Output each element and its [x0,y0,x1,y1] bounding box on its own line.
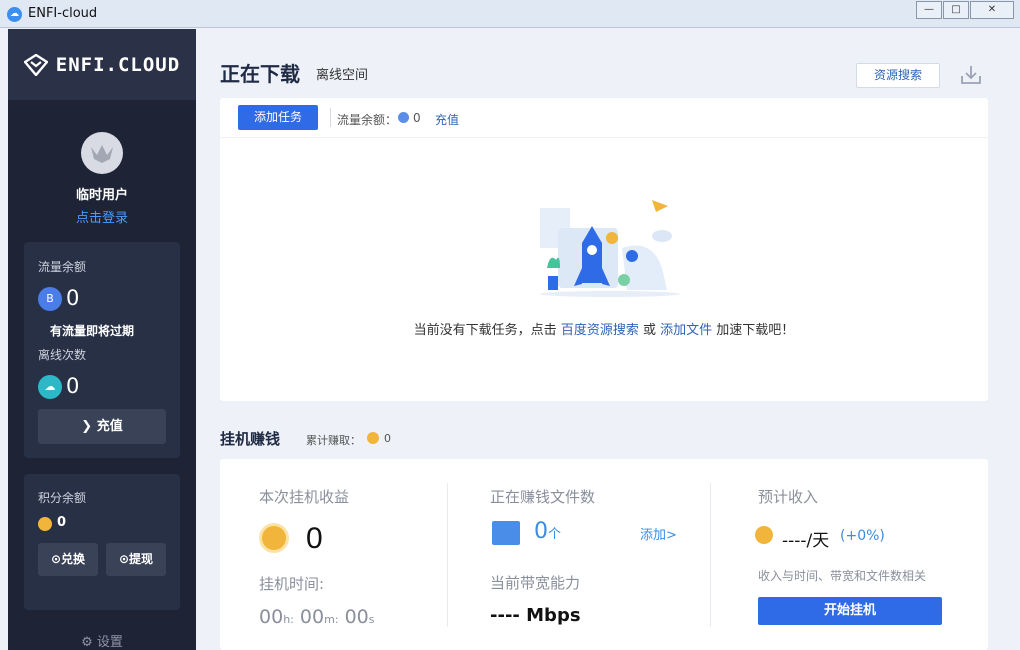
close-button[interactable]: ✕ [970,1,1014,19]
idle-time-value: 00h: 00m: 00s [259,606,375,628]
estimate-note: 收入与时间、带宽和文件数相关 [758,569,927,583]
hours-unit: h: [283,613,294,626]
flow-coin-icon [398,112,409,123]
exchange-label: 兑换 [61,552,86,566]
download-toolbar: 添加任务 流量余额： 0 充值 [220,98,988,138]
baidu-search-link[interactable]: 百度资源搜索 [561,323,639,338]
divider [447,483,448,627]
empty-illustration [540,200,680,297]
earned-value: 0 [384,432,391,445]
folder-icon [492,521,520,545]
add-files-link[interactable]: 添加> [640,524,677,543]
resource-search-button[interactable]: 资源搜索 [856,63,940,88]
idle-hours: 00 [259,606,284,628]
earning-files-value: 0个 [534,519,561,544]
earned-coin-icon [367,432,379,444]
download-panel: 添加任务 流量余额： 0 充值 当前没有下载任务，点击 百度资源搜索 或 添加文… [220,98,988,401]
earn-panel: 本次挂机收益 0 挂机时间: 00h: 00m: 00s 正在赚钱文件数 0个 … [220,459,988,650]
add-file-link[interactable]: 添加文件 [660,323,712,338]
page-title: 正在下载 [220,62,300,86]
exchange-button[interactable]: ⊙兑换 [38,543,98,576]
offline-value: 0 [66,374,80,398]
user-block: 临时用户 点击登录 [8,100,196,226]
avatar[interactable] [81,132,123,174]
session-earnings-value: 0 [306,522,323,555]
offline-label: 离线次数 [38,348,87,362]
earning-files-label: 正在赚钱文件数 [490,488,596,506]
idle-minutes: 00 [299,606,325,628]
logo-icon [23,53,48,76]
window-title: ENFI-cloud [28,6,98,21]
idle-time-label: 挂机时间: [259,575,325,593]
empty-prefix: 当前没有下载任务，点击 [413,323,557,338]
traffic-icon: B [38,287,62,311]
traffic-label: 流量余额 [38,260,87,274]
brand: ENFI.CLOUD [8,29,196,100]
login-link[interactable]: 点击登录 [76,207,128,226]
traffic-value: 0 [66,286,80,310]
points-label: 积分余额 [38,491,87,505]
flow-balance-label: 流量余额： [337,113,398,127]
seconds-unit: s [368,613,375,626]
main-content: 正在下载 离线空间 资源搜索 添加任务 流量余额： 0 充值 当前没有下载任务，… [196,29,1020,650]
session-coin-icon [259,523,289,553]
balance-card: 流量余额 B 0 有流量即将过期 离线次数 ☁ 0 ❯ 充值 [24,242,180,458]
app-icon: ☁ [7,7,22,22]
estimate-value: ----/天 [782,531,830,551]
minimize-button[interactable]: — [916,1,942,19]
exchange-icon: ⊙ [50,552,62,566]
user-name: 临时用户 [75,188,128,203]
coin-icon [38,517,52,531]
points-card: 积分余额 0 ⊙兑换 ⊙提现 [24,474,180,610]
divider [710,483,711,627]
session-earnings-label: 本次挂机收益 [259,488,350,506]
withdraw-label: 提现 [129,552,154,566]
empty-suffix: 加速下载吧！ [716,323,795,338]
tab-offline-space[interactable]: 离线空间 [316,64,368,83]
recharge-icon: ❯ [81,419,97,434]
cloud-icon: ☁ [38,375,62,399]
window-titlebar: ☁ ENFI-cloud — □ ✕ [0,0,1020,28]
recharge-button[interactable]: ❯ 充值 [38,409,166,444]
download-icon[interactable] [960,64,982,86]
bandwidth-label: 当前带宽能力 [490,574,581,592]
minutes-unit: m: [324,613,339,626]
recharge-link[interactable]: 充值 [435,111,459,128]
earn-section-title: 挂机赚钱 [220,430,281,448]
points-value: 0 [57,515,67,530]
sidebar: ENFI.CLOUD 临时用户 点击登录 流量余额 B 0 有流量即将过期 离线… [8,29,196,650]
window-controls: — □ ✕ [915,1,1014,19]
earned-label: 累计赚取： [306,434,361,447]
empty-mid: 或 [642,323,656,338]
start-idle-button[interactable]: 开始挂机 [758,597,942,625]
settings-button[interactable]: ⚙ 设置 [8,631,196,650]
gear-icon: ⚙ [81,635,97,650]
empty-message: 当前没有下载任务，点击 百度资源搜索 或 添加文件 加速下载吧！ [220,319,988,338]
avatar-bird-icon [91,145,113,163]
flow-balance-value: 0 [413,111,421,125]
files-unit: 个 [548,527,562,542]
estimate-percent: (+0%) [840,528,885,544]
brand-name: ENFI.CLOUD [55,53,181,76]
maximize-button[interactable]: □ [943,1,969,19]
traffic-expire-note: 有流量即将过期 [50,324,135,338]
settings-label: 设置 [96,635,123,650]
bandwidth-value: ---- Mbps [490,605,581,626]
idle-seconds: 00 [344,606,369,628]
recharge-label: 充值 [96,419,123,434]
withdraw-icon: ⊙ [118,552,130,566]
files-count: 0 [534,519,548,544]
add-task-button[interactable]: 添加任务 [238,105,318,130]
estimate-coin-icon [755,526,773,544]
withdraw-button[interactable]: ⊙提现 [106,543,166,576]
estimate-label: 预计收入 [758,488,819,506]
toolbar-divider [330,108,331,127]
